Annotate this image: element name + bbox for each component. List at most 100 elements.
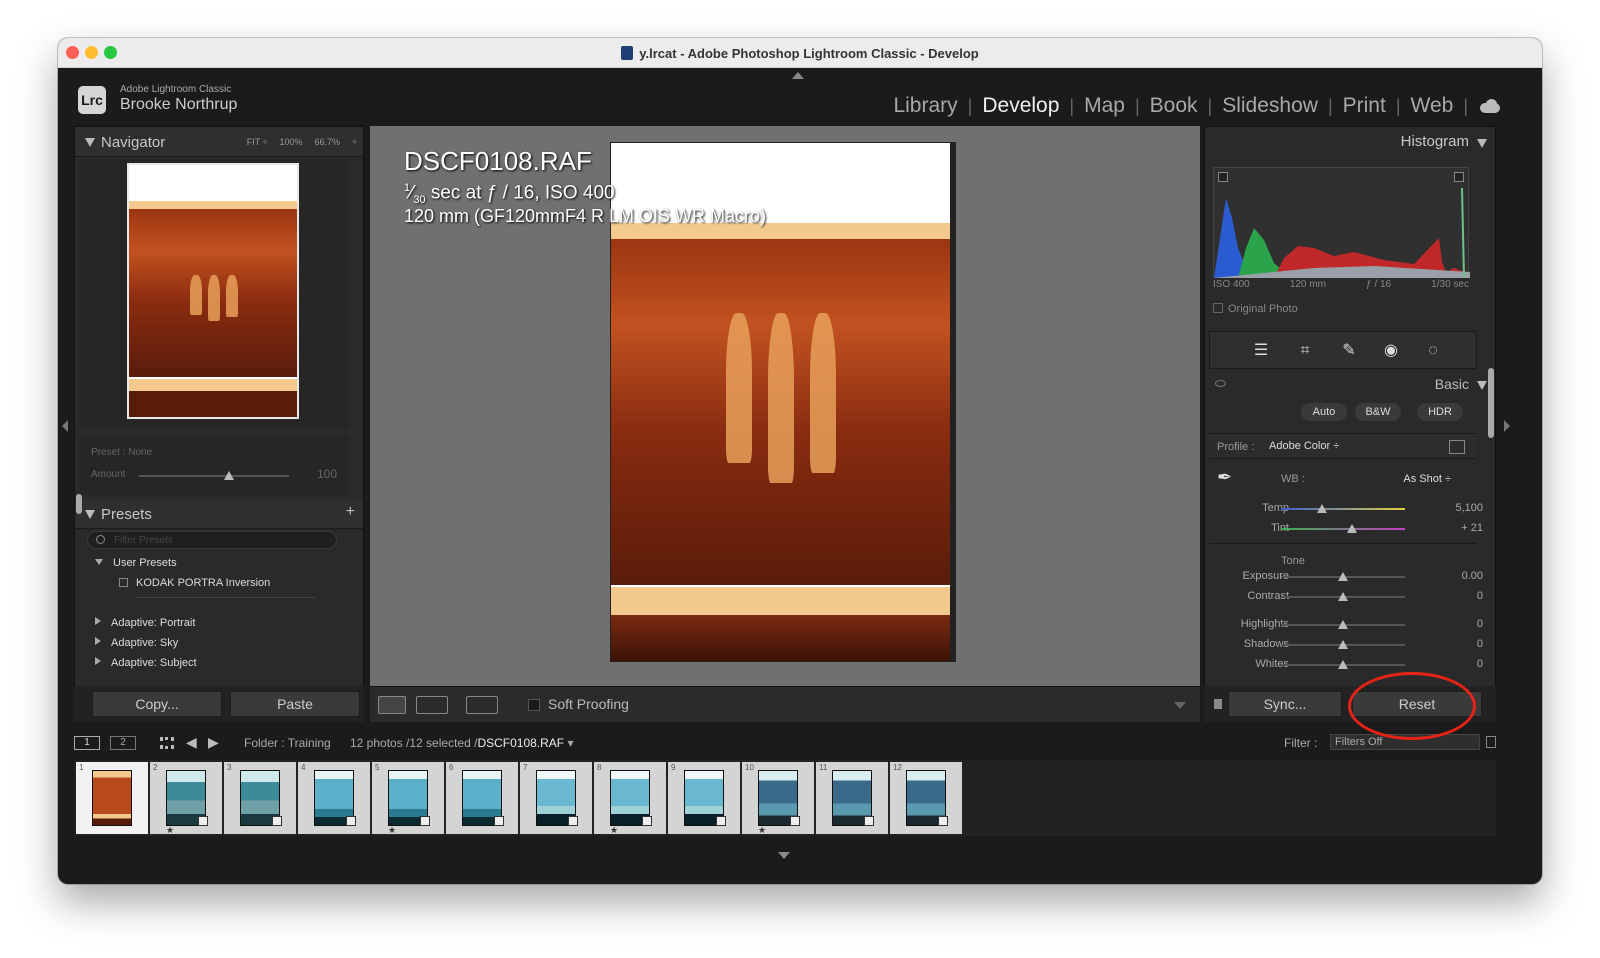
sync-button[interactable]: Sync... (1228, 691, 1342, 717)
eye-icon[interactable] (1215, 380, 1226, 387)
photo-canvas[interactable]: DSCF0108.RAF 1⁄30 sec at ƒ / 16, ISO 400… (370, 126, 1200, 722)
highlights-slider-row[interactable]: Highlights 0 (1205, 617, 1495, 633)
right-panel-scrollbar[interactable] (1488, 368, 1494, 438)
soft-proofing-checkbox[interactable] (528, 699, 540, 711)
filmstrip-thumbnail[interactable]: 12 (890, 762, 962, 834)
preset-group[interactable]: Adaptive: Portrait (95, 617, 195, 629)
preset-group-user[interactable]: User Presets (95, 557, 177, 569)
profile-dropdown[interactable]: Adobe Color ÷ (1269, 440, 1339, 452)
navigator-zoom-options[interactable]: FIT ÷ 100% 66.7% ÷ (247, 137, 357, 147)
preset-item[interactable]: KODAK PORTRA Inversion (119, 577, 270, 589)
shadow-clipping-icon[interactable] (1218, 172, 1228, 182)
tint-value[interactable]: + 21 (1461, 522, 1483, 534)
crop-icon[interactable]: ⌗ (1296, 342, 1314, 360)
temp-slider-row[interactable]: Temp 5,100 (1205, 501, 1495, 517)
shadows-slider-row[interactable]: Shadows 0 (1205, 637, 1495, 653)
zoom-fit[interactable]: FIT ÷ (247, 137, 268, 147)
masking-icon[interactable]: ◌ (1424, 342, 1442, 360)
toolbar-menu-icon[interactable] (1174, 702, 1186, 709)
selection-info[interactable]: 12 photos /12 selected /DSCF0108.RAF ▾ (350, 736, 574, 750)
shadows-slider-knob[interactable] (1338, 640, 1348, 649)
profile-browser-icon[interactable] (1449, 440, 1465, 454)
edit-sliders-icon[interactable]: ☰ (1252, 342, 1270, 360)
temp-slider[interactable] (1281, 504, 1405, 513)
navigator-header[interactable]: Navigator FIT ÷ 100% 66.7% ÷ (75, 127, 363, 157)
temp-value[interactable]: 5,100 (1455, 502, 1483, 514)
copy-settings-button[interactable]: Copy... (92, 691, 222, 717)
before-after-lr-icon[interactable] (416, 696, 448, 714)
filmstrip-thumbnail[interactable]: 2 ★ (150, 762, 222, 835)
exposure-slider-knob[interactable] (1338, 572, 1348, 581)
presets-header[interactable]: Presets + (75, 499, 363, 529)
contrast-slider-knob[interactable] (1338, 592, 1348, 601)
filmstrip-thumbnail[interactable]: 10 ★ (742, 762, 814, 835)
filmstrip-thumbnail[interactable]: 6 (446, 762, 518, 834)
navigator-preview[interactable] (79, 159, 349, 429)
before-after-tb-icon[interactable] (466, 696, 498, 714)
original-photo-checkbox[interactable] (1213, 303, 1223, 313)
shadows-value[interactable]: 0 (1477, 638, 1483, 650)
whites-slider-knob[interactable] (1338, 660, 1348, 669)
exposure-value[interactable]: 0.00 (1462, 570, 1483, 582)
module-map[interactable]: Map (1074, 94, 1135, 118)
module-slideshow[interactable]: Slideshow (1212, 94, 1328, 118)
amount-slider[interactable] (139, 471, 289, 480)
collapse-triangle-icon[interactable] (1477, 139, 1487, 148)
contrast-value[interactable]: 0 (1477, 590, 1483, 602)
highlights-slider-knob[interactable] (1338, 620, 1348, 629)
collapse-left-panel-icon[interactable] (62, 420, 68, 432)
histogram[interactable] (1213, 167, 1470, 279)
module-print[interactable]: Print (1333, 94, 1396, 118)
zoom-custom[interactable]: 66.7% (315, 137, 341, 147)
wb-eyedropper-icon[interactable]: ✒ (1217, 467, 1241, 493)
module-develop[interactable]: Develop (972, 94, 1069, 118)
second-window-button[interactable]: 2 (110, 736, 136, 750)
back-arrow-icon[interactable]: ◀ (186, 734, 197, 751)
left-panel-scrollbar[interactable] (76, 494, 82, 514)
paste-settings-button[interactable]: Paste (230, 691, 360, 717)
basic-panel-header[interactable]: Basic (1205, 371, 1495, 397)
forward-arrow-icon[interactable]: ▶ (208, 734, 219, 751)
shadows-slider[interactable] (1281, 640, 1405, 649)
whites-slider-row[interactable]: Whites 0 (1205, 657, 1495, 673)
wb-dropdown[interactable]: As Shot ÷ (1403, 473, 1451, 485)
main-window-button[interactable]: 1 (74, 736, 100, 750)
eraser-icon[interactable]: ✎ (1340, 342, 1358, 360)
whites-slider[interactable] (1281, 660, 1405, 669)
module-library[interactable]: Library (883, 94, 967, 118)
preset-group[interactable]: Adaptive: Subject (95, 657, 197, 669)
module-web[interactable]: Web (1401, 94, 1464, 118)
tint-slider-row[interactable]: Tint + 21 (1205, 521, 1495, 537)
filmstrip-thumbnail[interactable]: 1 (76, 762, 148, 834)
tint-slider-knob[interactable] (1346, 524, 1357, 533)
original-photo-toggle[interactable]: Original Photo (1213, 303, 1298, 315)
filter-dropdown[interactable]: Filters Off (1330, 734, 1480, 750)
auto-button[interactable]: Auto (1301, 403, 1347, 421)
bw-button[interactable]: B&W (1355, 403, 1401, 421)
highlight-clipping-icon[interactable] (1454, 172, 1464, 182)
sync-toggle-switch[interactable] (1214, 699, 1222, 709)
highlights-slider[interactable] (1281, 620, 1405, 629)
folder-source[interactable]: Folder : Training (244, 736, 331, 750)
filmstrip-thumbnail[interactable]: 4 (298, 762, 370, 834)
filmstrip-thumbnail[interactable]: 7 (520, 762, 592, 834)
filmstrip-thumbnail[interactable]: 8 ★ (594, 762, 666, 835)
add-preset-button[interactable]: + (346, 503, 355, 521)
tint-slider[interactable] (1281, 524, 1405, 533)
amount-slider-knob[interactable] (224, 471, 234, 480)
filter-lock-icon[interactable] (1486, 736, 1496, 748)
reset-button[interactable]: Reset (1352, 691, 1482, 717)
red-eye-icon[interactable]: ◉ (1382, 342, 1400, 360)
grid-view-icon[interactable] (160, 737, 174, 749)
zoom-more[interactable]: ÷ (352, 137, 357, 147)
collapse-right-panel-icon[interactable] (1504, 420, 1510, 432)
collapse-top-panel-icon[interactable] (792, 72, 804, 79)
highlights-value[interactable]: 0 (1477, 618, 1483, 630)
contrast-slider-row[interactable]: Contrast 0 (1205, 589, 1495, 605)
zoom-100[interactable]: 100% (279, 137, 302, 147)
whites-value[interactable]: 0 (1477, 658, 1483, 670)
contrast-slider[interactable] (1281, 592, 1405, 601)
preset-filter-input[interactable]: Filter Presets (87, 531, 337, 549)
loupe-view-icon[interactable] (378, 696, 406, 714)
temp-slider-knob[interactable] (1316, 504, 1327, 513)
